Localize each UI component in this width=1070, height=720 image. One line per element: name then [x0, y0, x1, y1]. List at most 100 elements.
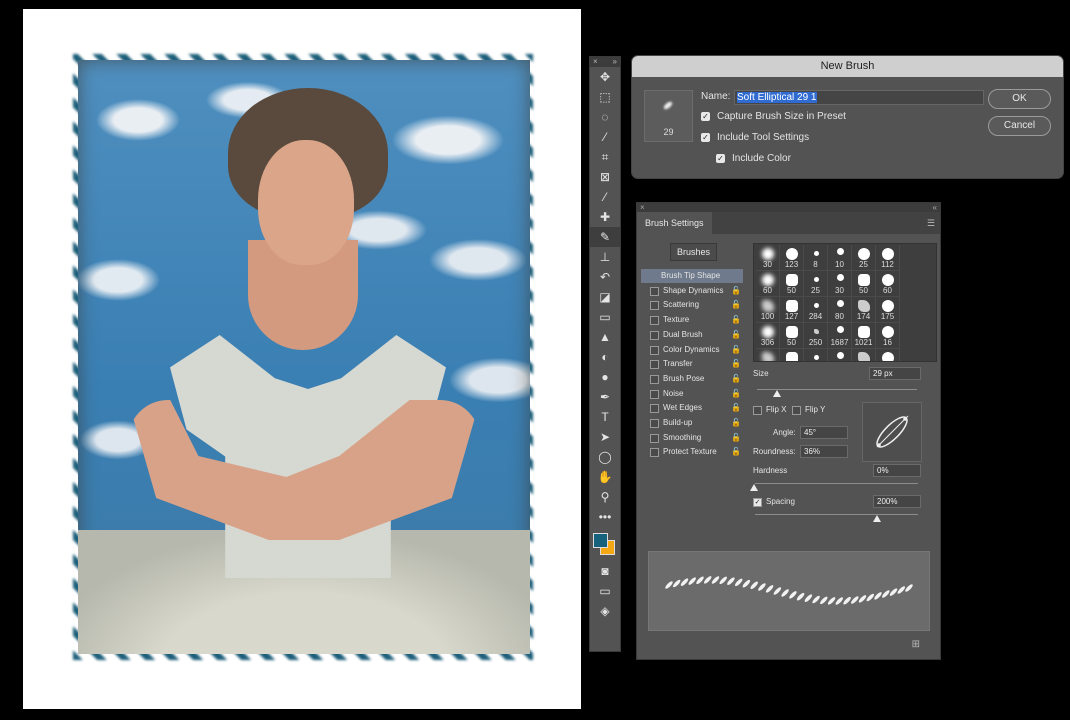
brush-option-item[interactable]: Color Dynamics 🔓	[641, 343, 743, 357]
option-checkbox[interactable]	[650, 419, 659, 428]
brush-tip-item[interactable]: 50	[780, 323, 804, 349]
brush-tip-item[interactable]: 16	[876, 323, 900, 349]
spacing-slider-thumb[interactable]	[873, 515, 881, 522]
zoom-tool-icon[interactable]: ⚲	[590, 487, 620, 507]
brush-option-item[interactable]: Brush Tip Shape	[641, 269, 743, 283]
hardness-slider-thumb[interactable]	[750, 484, 758, 491]
brush-option-item[interactable]: Noise 🔓	[641, 387, 743, 401]
brush-tip-item[interactable]: 25	[852, 245, 876, 271]
brush-tip-item[interactable]: 100	[756, 297, 780, 323]
type-icon[interactable]: T	[590, 407, 620, 427]
option-checkbox[interactable]	[650, 374, 659, 384]
brush-option-item[interactable]: Texture 🔓	[641, 313, 743, 327]
create-new-brush-icon[interactable]: ⊞	[912, 639, 920, 650]
flip-y-checkbox[interactable]	[792, 406, 801, 415]
screen-mode-icon[interactable]: ▭	[590, 581, 620, 601]
foreground-color-swatch[interactable]	[593, 533, 608, 548]
lock-icon[interactable]: 🔓	[731, 401, 741, 415]
crop-icon[interactable]: ⌗	[590, 147, 620, 167]
spacing-slider[interactable]	[755, 514, 918, 515]
roundness-field[interactable]: 36%	[800, 445, 848, 458]
brush-name-field[interactable]: Soft Elliptical 29 1	[734, 90, 984, 105]
brush-tip-item[interactable]: 10	[828, 245, 852, 271]
lock-icon[interactable]: 🔓	[731, 431, 741, 445]
flip-x-checkbox[interactable]	[753, 406, 762, 415]
size-slider-thumb[interactable]	[773, 390, 781, 397]
option-checkbox[interactable]	[650, 301, 659, 311]
option-checkbox[interactable]	[650, 433, 659, 443]
healing-icon[interactable]: ✚	[590, 207, 620, 227]
stamp-icon[interactable]: ⊥	[590, 247, 620, 267]
lock-icon[interactable]: 🔓	[731, 372, 741, 386]
more-tools-icon[interactable]: •••	[590, 507, 620, 527]
size-slider[interactable]	[757, 389, 917, 390]
marquee-icon[interactable]: ⬚	[590, 87, 620, 107]
lock-icon[interactable]: 🔓	[731, 284, 741, 298]
brush-tip-item[interactable]: 284	[804, 297, 828, 323]
ellipse-icon[interactable]: ◯	[590, 447, 620, 467]
frame-icon[interactable]: ⊠	[590, 167, 620, 187]
option-checkbox[interactable]	[650, 360, 659, 370]
lock-icon[interactable]: 🔓	[731, 445, 741, 459]
brush-tip-item[interactable]	[852, 349, 876, 361]
panel-header[interactable]: × «	[637, 203, 940, 212]
hardness-slider[interactable]	[755, 483, 918, 484]
brush-tip-item[interactable]: 174	[852, 297, 876, 323]
toolbar-header[interactable]: ×»	[590, 57, 620, 67]
ok-button[interactable]: OK	[988, 89, 1051, 109]
lock-icon[interactable]: 🔓	[731, 298, 741, 312]
document-canvas[interactable]	[23, 9, 581, 709]
brush-option-item[interactable]: Scattering 🔓	[641, 298, 743, 312]
option-checkbox[interactable]	[650, 330, 659, 340]
brush-tip-item[interactable]: 60	[756, 271, 780, 297]
color-swatches[interactable]	[590, 527, 620, 561]
option-checkbox[interactable]	[650, 448, 659, 458]
brush-tip-item[interactable]: 80	[828, 297, 852, 323]
move-icon[interactable]: ✥	[590, 67, 620, 87]
panel-menu-icon[interactable]: ☰	[927, 218, 935, 229]
brush-icon[interactable]: ✎	[590, 227, 620, 247]
brush-tip-item[interactable]: 175	[876, 297, 900, 323]
spacing-checkbox[interactable]: ✓	[753, 498, 762, 507]
lasso-icon[interactable]: ◌	[590, 107, 620, 127]
brush-option-item[interactable]: Shape Dynamics 🔓	[641, 284, 743, 298]
angle-roundness-widget[interactable]	[862, 402, 922, 462]
hand-icon[interactable]: ✋	[590, 467, 620, 487]
brush-tip-item[interactable]: 1687	[828, 323, 852, 349]
brush-option-item[interactable]: Wet Edges 🔓	[641, 401, 743, 415]
brush-tip-item[interactable]	[780, 349, 804, 361]
spacing-field[interactable]: 200%	[873, 495, 921, 508]
magic-wand-icon[interactable]: ⁄	[590, 127, 620, 147]
lock-icon[interactable]: 🔓	[731, 343, 741, 357]
smudge-icon[interactable]: ●	[590, 367, 620, 387]
brush-option-item[interactable]: Build-up 🔓	[641, 416, 743, 430]
hardness-field[interactable]: 0%	[873, 464, 921, 477]
option-checkbox[interactable]	[650, 389, 659, 399]
brush-option-item[interactable]: Protect Texture 🔓	[641, 445, 743, 459]
dodge-icon[interactable]: ◐	[590, 347, 620, 367]
capture-size-checkbox[interactable]: ✓	[701, 112, 710, 121]
include-tool-checkbox[interactable]: ✓	[701, 133, 710, 142]
lock-icon[interactable]: 🔓	[731, 387, 741, 401]
brush-tip-item[interactable]: 306	[756, 323, 780, 349]
brush-tip-item[interactable]: 1021	[852, 323, 876, 349]
blur-icon[interactable]: ▲	[590, 327, 620, 347]
brush-tip-item[interactable]: 50	[852, 271, 876, 297]
brush-tip-item[interactable]: 112	[876, 245, 900, 271]
brush-tip-item[interactable]: 50	[780, 271, 804, 297]
brush-tip-item[interactable]: 8	[804, 245, 828, 271]
option-checkbox[interactable]	[650, 286, 659, 296]
option-checkbox[interactable]	[650, 316, 659, 326]
brush-tip-item[interactable]	[828, 349, 852, 361]
eyedropper-icon[interactable]: ⁄	[590, 187, 620, 207]
quick-mask-icon[interactable]: ◙	[590, 561, 620, 581]
tab-brush-settings[interactable]: Brush Settings	[637, 212, 712, 234]
cancel-button[interactable]: Cancel	[988, 116, 1051, 136]
brush-option-item[interactable]: Dual Brush 🔓	[641, 328, 743, 342]
history-brush-icon[interactable]: ↶	[590, 267, 620, 287]
brush-tip-item[interactable]: 25	[804, 271, 828, 297]
brush-tip-item[interactable]: 250	[804, 323, 828, 349]
share-icon[interactable]: ◈	[590, 601, 620, 621]
lock-icon[interactable]: 🔓	[731, 328, 741, 342]
brush-tip-item[interactable]: 60	[876, 271, 900, 297]
